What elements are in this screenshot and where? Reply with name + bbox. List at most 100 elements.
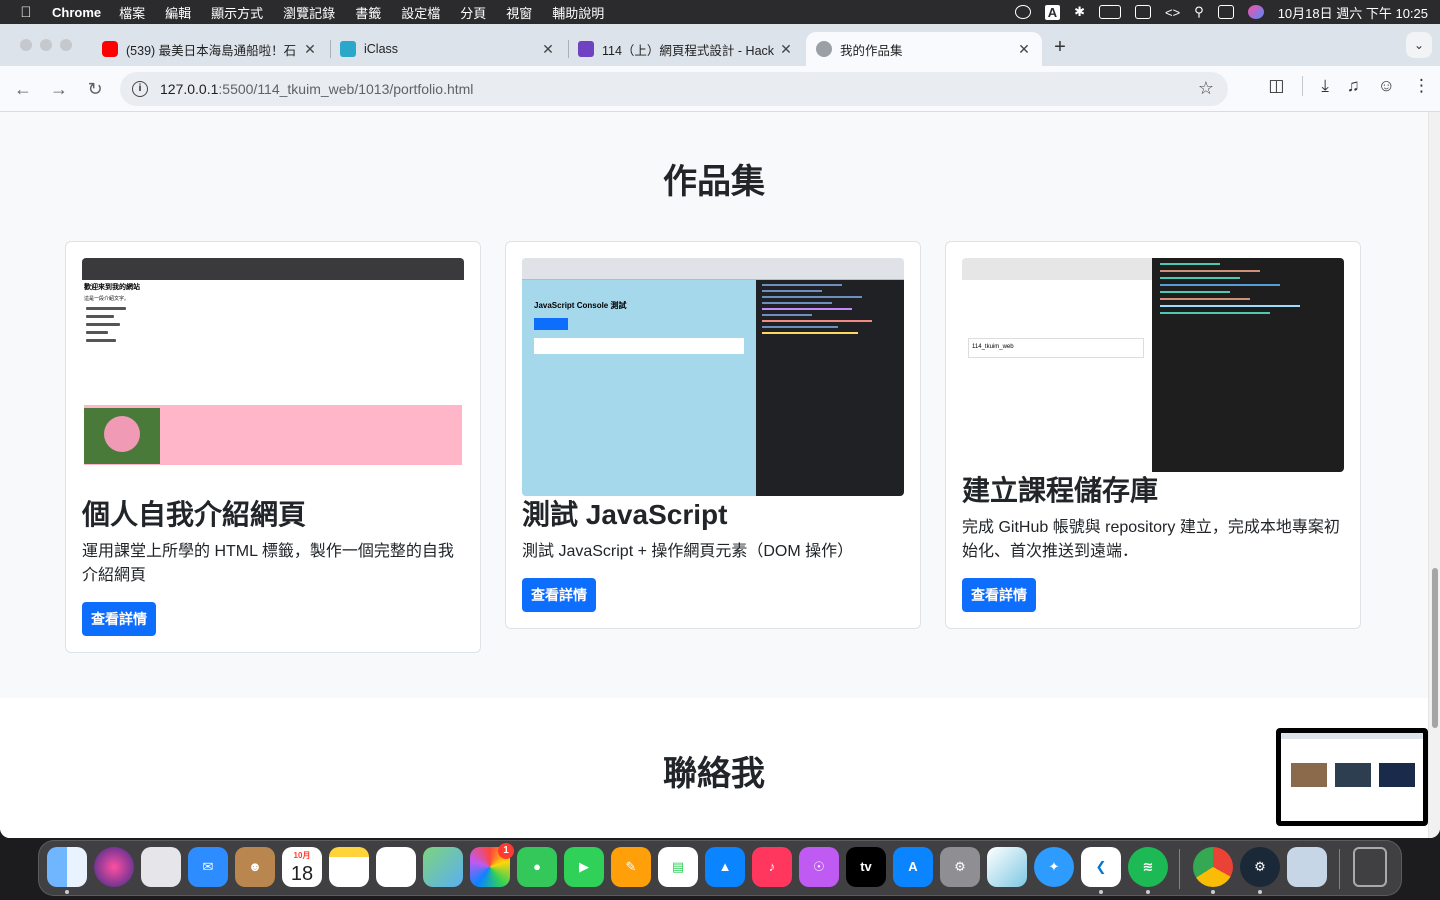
download-icon[interactable]: ⤓ — [1321, 76, 1329, 96]
running-indicator — [1146, 890, 1150, 894]
podcasts-icon[interactable]: ☉ — [799, 847, 839, 887]
project-card-1: 歡迎來到我的網站 這是一段介紹文字。 個人自我介紹網頁 運用課堂上所學的 HTM… — [65, 241, 481, 653]
facetime-icon[interactable]: ▶ — [564, 847, 604, 887]
spotlight-search-icon[interactable]: ⚲ — [1194, 4, 1204, 20]
profile-avatar-icon[interactable]: ☺ — [1378, 76, 1395, 96]
tab-portfolio[interactable]: 我的作品集 ✕ — [806, 32, 1042, 66]
dock-divider — [1179, 849, 1180, 889]
photos-icon[interactable]: 1 — [470, 843, 514, 887]
tab-strip: (539) 最美日本海島通船啦！石 ✕ iClass ✕ 114（上）網頁程式設… — [0, 24, 1440, 66]
iclass-icon — [340, 41, 356, 57]
notes-icon[interactable] — [329, 847, 369, 887]
siri-icon[interactable] — [94, 847, 134, 887]
tab-title: 我的作品集 — [840, 43, 903, 58]
battery-icon[interactable] — [1098, 5, 1121, 19]
thumbnail-heading: JavaScript Console 測試 — [534, 301, 627, 310]
finder-icon[interactable] — [47, 847, 87, 887]
site-info-icon[interactable]: i — [132, 81, 148, 97]
minimize-window-button[interactable] — [40, 39, 52, 51]
close-tab-icon[interactable]: ✕ — [778, 41, 794, 58]
tab-youtube[interactable]: (539) 最美日本海島通船啦！石 ✕ — [92, 32, 328, 66]
close-window-button[interactable] — [20, 39, 32, 51]
mail-icon[interactable]: ✉ — [188, 847, 228, 887]
url-host: 127.0.0.1 — [160, 81, 219, 97]
safari-icon[interactable]: ✦ — [1034, 847, 1074, 887]
menu-bookmarks[interactable]: 書籤 — [355, 3, 381, 22]
menu-tab[interactable]: 分頁 — [460, 3, 486, 22]
screenshot-preview-thumbnail[interactable] — [1276, 728, 1428, 826]
input-source-icon[interactable]: A — [1044, 4, 1061, 20]
bookmark-star-icon[interactable]: ☆ — [1198, 78, 1214, 99]
bluetooth-icon[interactable]: ✱ — [1074, 4, 1085, 20]
page-scrollbar[interactable] — [1428, 112, 1440, 838]
menu-window[interactable]: 視窗 — [506, 3, 532, 22]
code-icon[interactable]: <> — [1165, 5, 1180, 20]
calendar-day: 18 — [290, 863, 314, 885]
vscode-icon[interactable]: ❮ — [1081, 847, 1121, 887]
menu-profiles[interactable]: 設定檔 — [401, 3, 440, 22]
play-status-icon[interactable] — [1014, 5, 1031, 19]
media-control-icon[interactable]: ♫ — [1347, 76, 1360, 96]
chrome-icon[interactable] — [1193, 847, 1233, 887]
numbers-icon[interactable]: ▤ — [658, 847, 698, 887]
cube-icon[interactable] — [987, 847, 1027, 887]
settings-icon[interactable]: ⚙ — [940, 847, 980, 887]
launchpad-icon[interactable] — [141, 847, 181, 887]
maps-icon[interactable] — [423, 847, 463, 887]
tab-search-button[interactable]: ⌄ — [1406, 32, 1432, 58]
appstore-icon[interactable]: A — [893, 847, 933, 887]
reload-button[interactable]: ↻ — [82, 76, 108, 102]
pages-icon[interactable]: ✎ — [611, 847, 651, 887]
view-details-button-3[interactable]: 查看詳情 — [962, 578, 1036, 612]
url-path: :5500/114_tkuim_web/1013/portfolio.html — [218, 81, 474, 97]
calendar-icon[interactable]: 10月 18 — [282, 847, 322, 887]
chrome-menu-icon[interactable]: ⋮ — [1413, 76, 1430, 96]
preview-photo — [1291, 763, 1327, 787]
siri-menu-icon[interactable] — [1247, 5, 1264, 19]
menu-edit[interactable]: 編輯 — [165, 3, 191, 22]
view-details-button-2[interactable]: 查看詳情 — [522, 578, 596, 612]
messages-icon[interactable]: ● — [517, 847, 557, 887]
view-details-button-1[interactable]: 查看詳情 — [82, 602, 156, 636]
youtube-icon — [102, 41, 118, 57]
menu-help[interactable]: 輔助說明 — [552, 3, 604, 22]
control-center-icon[interactable] — [1217, 5, 1234, 19]
menu-app-name[interactable]: Chrome — [52, 5, 101, 20]
menu-clock[interactable]: 10月18日 週六 下午 10:25 — [1278, 3, 1428, 22]
address-bar[interactable]: i 127.0.0.1:5500/114_tkuim_web/1013/port… — [120, 72, 1228, 106]
steam-icon[interactable]: ⚙ — [1240, 847, 1280, 887]
calendar-month: 10月 — [293, 851, 311, 860]
browser-window: (539) 最美日本海島通船啦！石 ✕ iClass ✕ 114（上）網頁程式設… — [0, 24, 1440, 838]
devtools-line — [762, 302, 832, 304]
preview-icon[interactable] — [1287, 847, 1327, 887]
close-tab-icon[interactable]: ✕ — [1016, 41, 1032, 58]
apple-menu-icon[interactable]:  — [0, 4, 52, 21]
appletv-icon[interactable]: tv — [846, 847, 886, 887]
scrollbar-thumb[interactable] — [1432, 568, 1438, 728]
running-indicator — [65, 890, 69, 894]
zoom-window-button[interactable] — [60, 39, 72, 51]
menu-history[interactable]: 瀏覽記錄 — [283, 3, 335, 22]
preview-content — [1281, 733, 1423, 821]
thumbnail-browser-bar — [522, 258, 904, 280]
extensions-icon[interactable]: ◫ — [1268, 76, 1284, 96]
menu-file[interactable]: 檔案 — [119, 3, 145, 22]
tab-iclass[interactable]: iClass ✕ — [330, 32, 566, 66]
project-card-2: JavaScript Console 測試 測試 JavaScript 測試 J… — [505, 241, 921, 629]
trash-icon[interactable] — [1353, 847, 1387, 887]
contacts-icon[interactable]: ☻ — [235, 847, 275, 887]
music-icon[interactable]: ♪ — [752, 847, 792, 887]
forward-button[interactable]: → — [46, 76, 72, 102]
close-tab-icon[interactable]: ✕ — [540, 41, 556, 58]
reminders-icon[interactable] — [376, 847, 416, 887]
vpn-icon[interactable] — [1134, 5, 1151, 19]
back-button[interactable]: ← — [10, 76, 36, 102]
running-indicator — [1258, 890, 1262, 894]
keynote-icon[interactable]: ▲ — [705, 847, 745, 887]
spotify-icon[interactable]: ≋ — [1128, 847, 1168, 887]
menu-view[interactable]: 顯示方式 — [211, 3, 263, 22]
close-tab-icon[interactable]: ✕ — [302, 41, 318, 58]
thumbnail-devtools — [756, 280, 904, 496]
new-tab-button[interactable]: + — [1048, 36, 1072, 60]
tab-hackmd[interactable]: 114（上）網頁程式設計 - Hack ✕ — [568, 32, 804, 66]
